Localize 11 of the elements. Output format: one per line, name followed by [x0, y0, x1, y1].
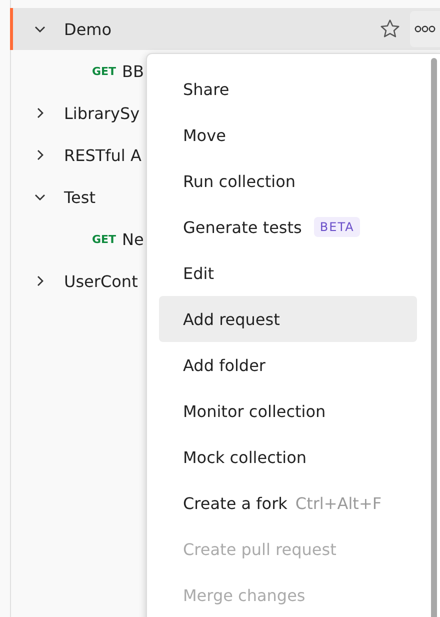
- collection-name: Demo: [64, 20, 112, 38]
- method-label: GET: [92, 232, 116, 246]
- collection-name: UserCont: [64, 272, 138, 290]
- request-name: BB: [122, 62, 144, 80]
- shortcut-text: Ctrl+Alt+F: [295, 494, 382, 512]
- request-name: Ne: [122, 230, 144, 248]
- beta-badge: BETA: [314, 217, 360, 237]
- method-label: GET: [92, 64, 116, 78]
- collection-name: Test: [64, 188, 96, 206]
- collection-name: RESTful A: [64, 146, 142, 164]
- collection-name: LibrarySy: [64, 104, 140, 122]
